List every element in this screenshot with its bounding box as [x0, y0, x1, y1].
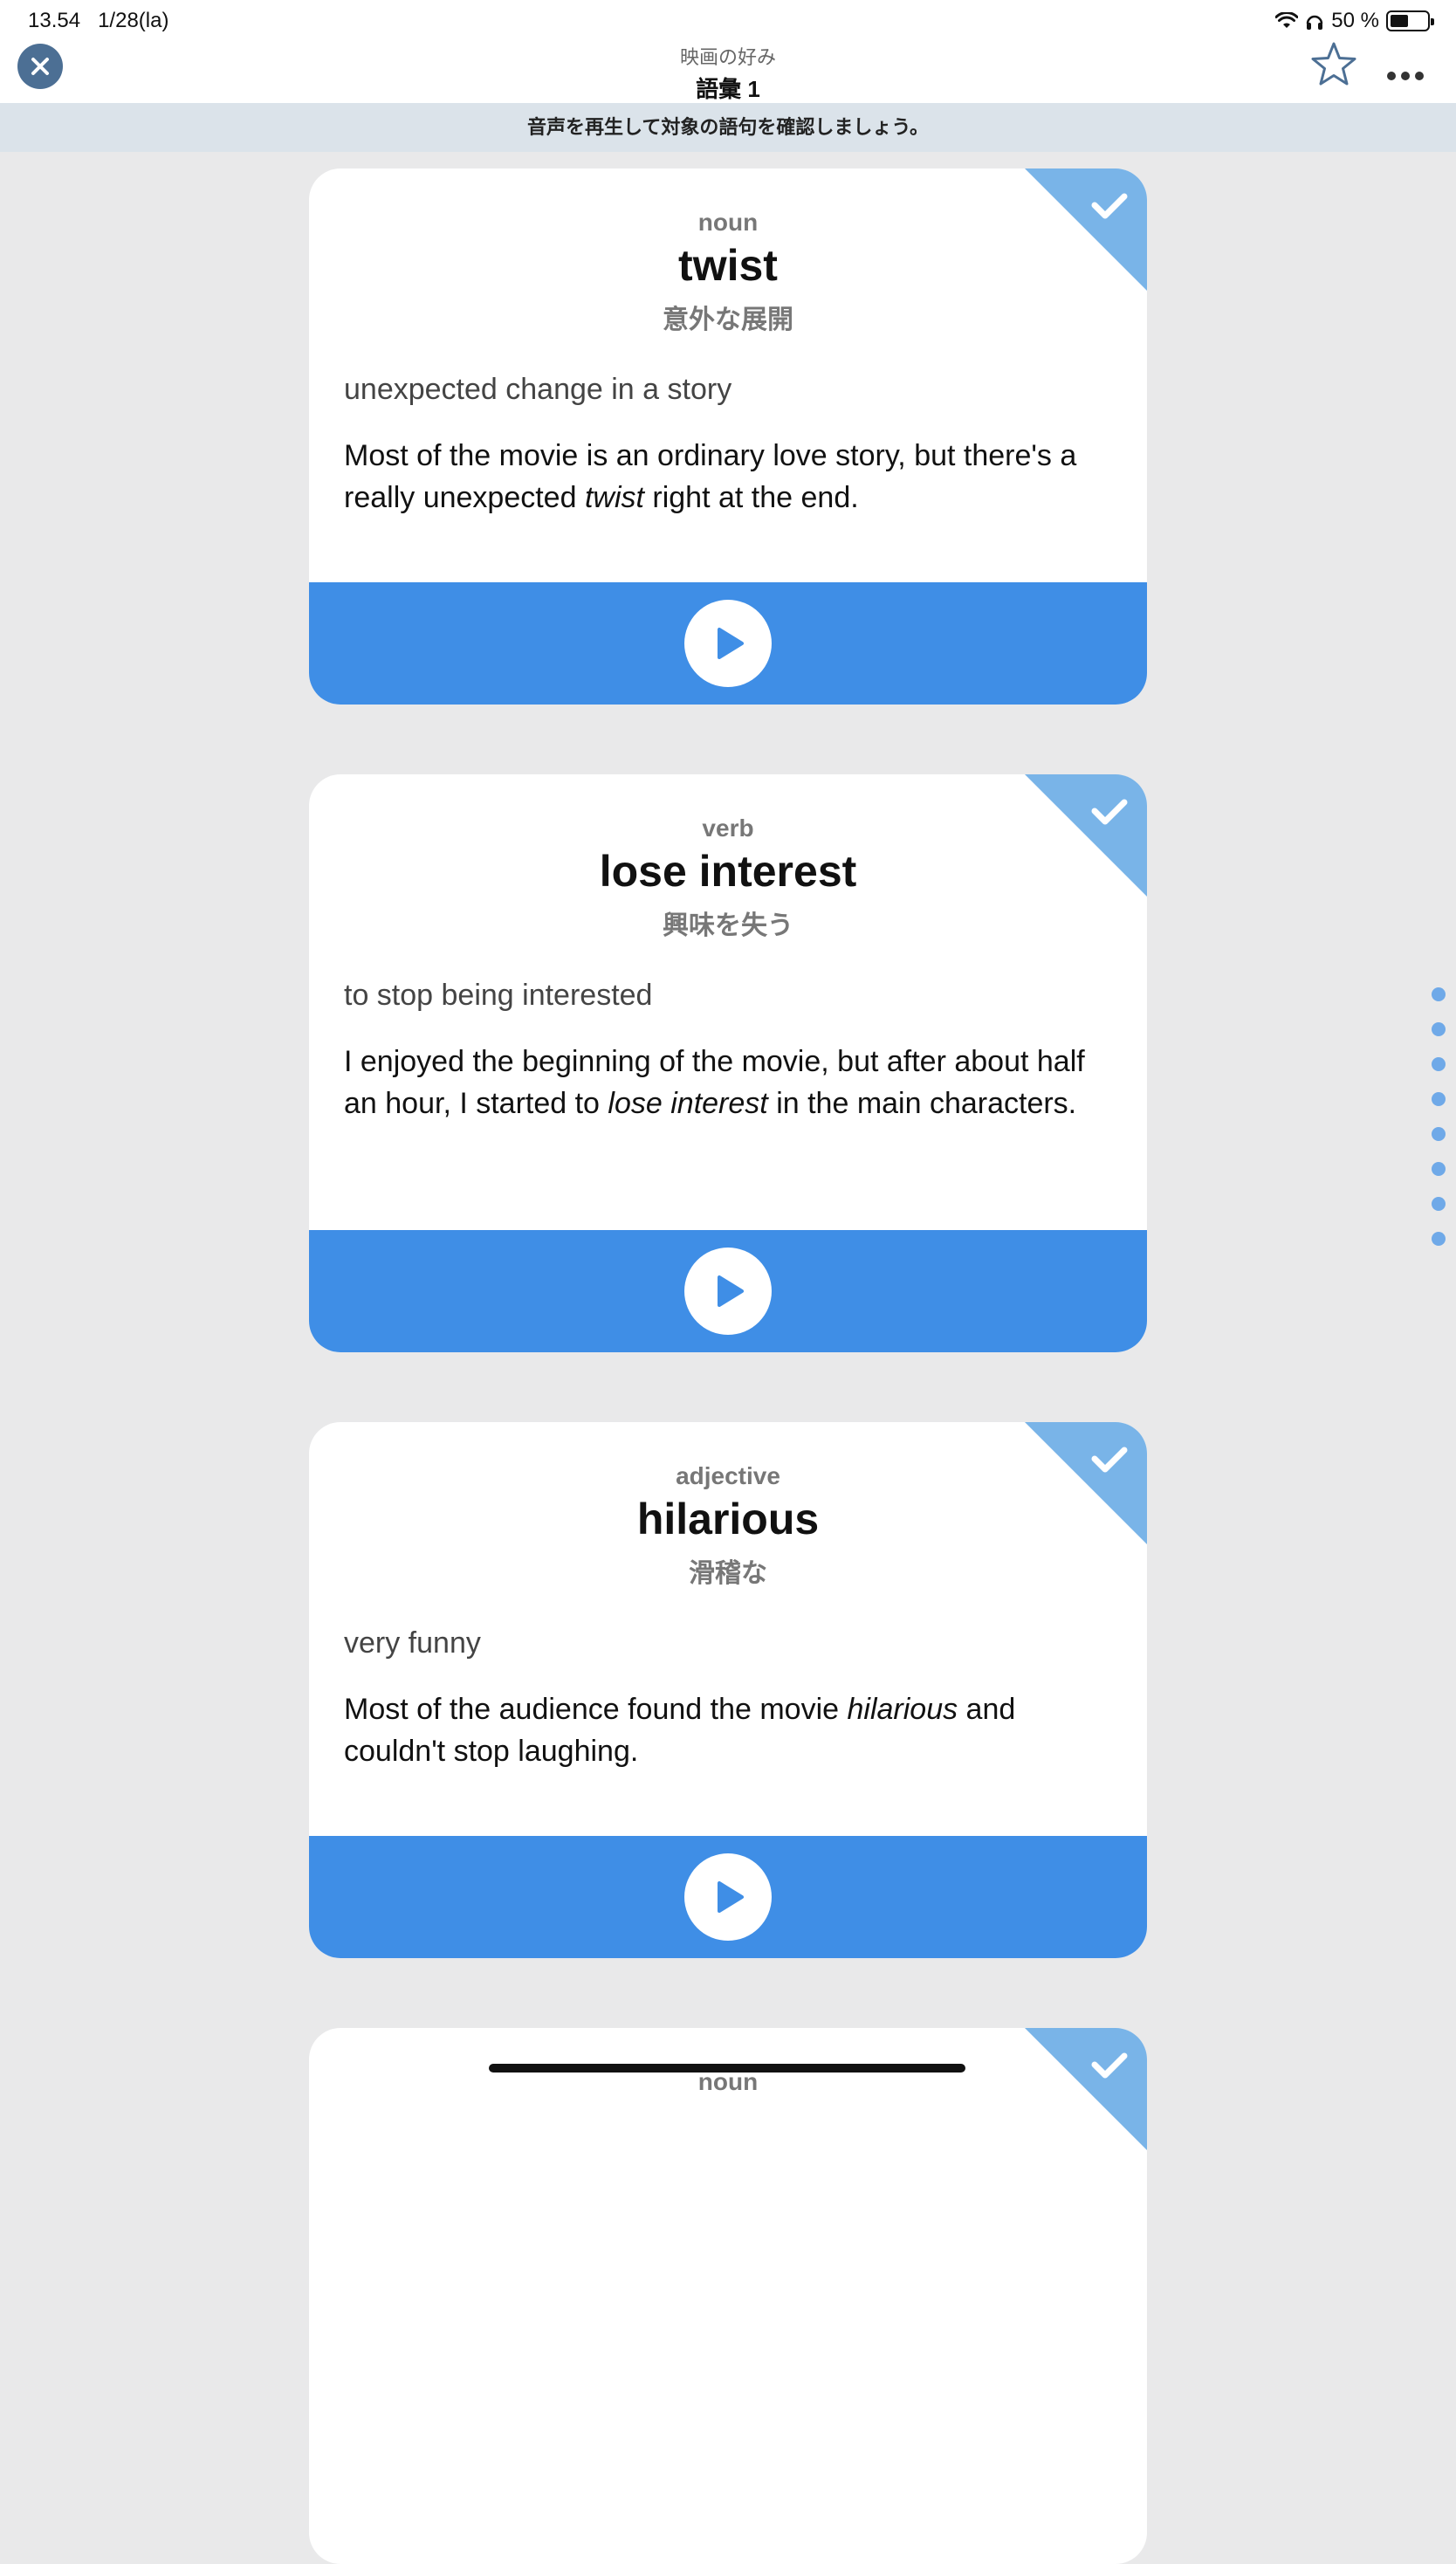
vocab-definition: unexpected change in a story — [344, 373, 732, 406]
part-of-speech: adjective — [676, 1462, 780, 1489]
star-outline-icon — [1311, 42, 1356, 86]
example-highlight: lose interest — [608, 1087, 768, 1120]
example-text: right at the end. — [643, 481, 859, 514]
vocab-definition: very funny — [344, 1626, 481, 1660]
vocab-word: hilarious — [636, 1495, 820, 1543]
example-text: in the main characters. — [767, 1087, 1077, 1120]
vocab-card: adjective hilarious 滑稽な very funny Most … — [309, 1422, 1147, 1958]
favorite-button[interactable] — [1309, 40, 1358, 89]
vocab-example: Most of the audience found the movie hil… — [344, 1688, 1112, 1772]
page-dot[interactable] — [1432, 1092, 1446, 1106]
status-date-text: 1/28(la) — [98, 9, 169, 32]
vocab-card: noun — [309, 2028, 1147, 2564]
page-indicator[interactable] — [1432, 987, 1446, 1267]
completed-corner-badge — [1025, 2028, 1147, 2150]
battery-percentage: 50 % — [1331, 9, 1379, 32]
audio-bar — [309, 1836, 1147, 1958]
example-highlight: hilarious — [847, 1693, 958, 1726]
vocab-word: lose interest — [599, 847, 857, 896]
page-dot[interactable] — [1432, 1232, 1446, 1246]
play-icon — [718, 628, 744, 659]
vocab-card: verb lose interest 興味を失う to stop being i… — [309, 774, 1147, 1352]
instruction-banner: 音声を再生して対象の語句を確認しましょう。 — [0, 103, 1456, 152]
completed-corner-badge — [1025, 168, 1147, 291]
vocab-card: noun twist 意外な展開 unexpected change in a … — [309, 168, 1147, 705]
status-time: 13.54 1/28(la) — [28, 9, 168, 33]
play-audio-button[interactable] — [684, 1248, 772, 1335]
vocab-example: I enjoyed the beginning of the movie, bu… — [344, 1041, 1112, 1124]
completed-corner-badge — [1025, 774, 1147, 897]
status-right: 50 % — [1275, 9, 1434, 33]
ellipsis-icon — [1387, 72, 1424, 80]
part-of-speech: noun — [697, 209, 759, 236]
page-dot[interactable] — [1432, 987, 1446, 1001]
wifi-icon — [1275, 12, 1299, 28]
page-dot[interactable] — [1432, 1127, 1446, 1141]
audio-bar — [309, 1230, 1147, 1352]
home-indicator[interactable] — [489, 2064, 965, 2073]
lesson-subtitle: 映画の好み — [679, 46, 776, 68]
vocab-definition: to stop being interested — [344, 979, 653, 1012]
example-highlight: twist — [584, 481, 644, 514]
page-dot[interactable] — [1432, 1162, 1446, 1176]
lesson-title: 語彙 1 — [696, 76, 760, 102]
status-time-text: 13.54 — [28, 9, 81, 32]
navigation-bar: 映画の好み 語彙 1 — [0, 40, 1456, 103]
completed-corner-badge — [1025, 1422, 1147, 1544]
battery-icon — [1386, 10, 1434, 31]
example-text: Most of the audience found the movie — [344, 1693, 848, 1726]
vocab-translation: 滑稽な — [689, 1559, 767, 1588]
status-bar: 13.54 1/28(la) 50 % — [0, 0, 1456, 40]
nav-title-block: 映画の好み 語彙 1 — [0, 40, 1456, 104]
vocab-example: Most of the movie is an ordinary love st… — [344, 435, 1112, 519]
play-icon — [718, 1275, 744, 1307]
page-dot[interactable] — [1432, 1057, 1446, 1071]
headphones-icon — [1307, 15, 1323, 30]
play-audio-button[interactable] — [684, 1853, 772, 1941]
vocab-translation: 意外な展開 — [663, 306, 793, 334]
more-options-button[interactable] — [1386, 52, 1425, 89]
play-icon — [718, 1881, 744, 1913]
page-dot[interactable] — [1432, 1022, 1446, 1036]
page-dot[interactable] — [1432, 1197, 1446, 1211]
vocab-translation: 興味を失う — [663, 911, 793, 940]
part-of-speech: verb — [702, 815, 754, 842]
play-audio-button[interactable] — [684, 600, 772, 687]
audio-bar — [309, 582, 1147, 705]
vocab-word: twist — [678, 241, 778, 290]
